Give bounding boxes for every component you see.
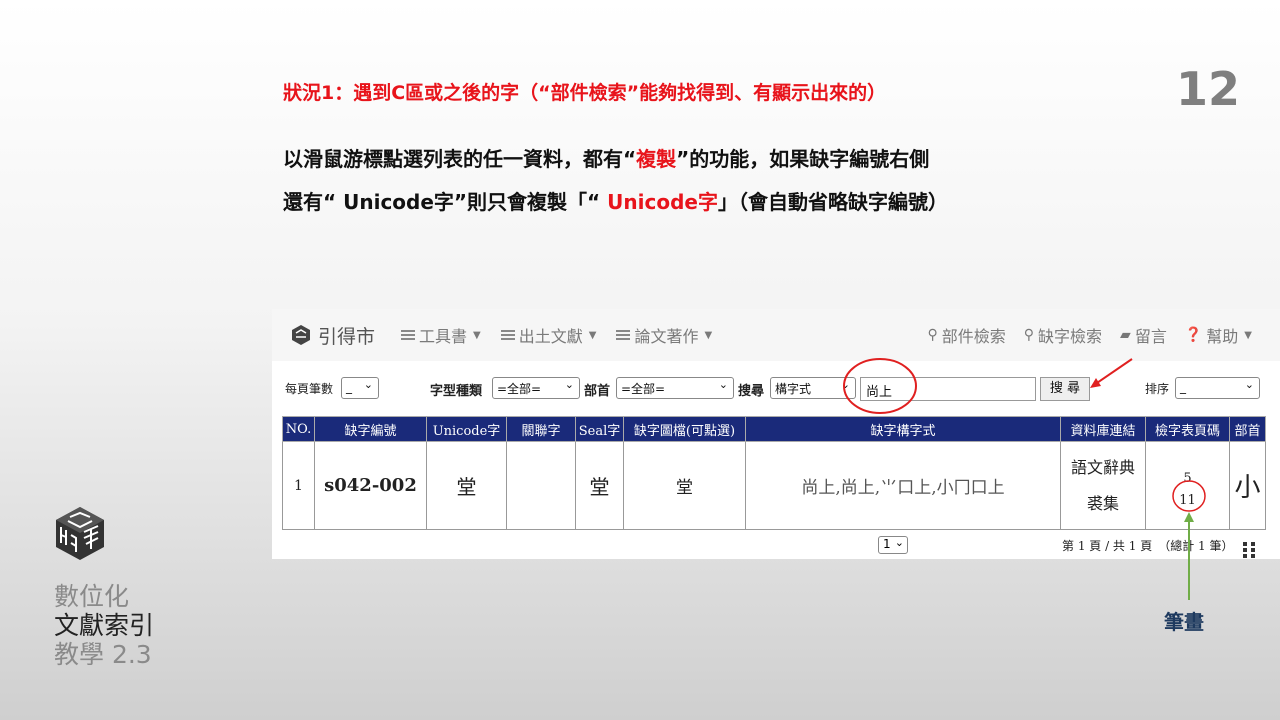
arrow-head bbox=[1184, 512, 1194, 522]
pointer-arrow bbox=[1093, 358, 1133, 386]
highlight-circle bbox=[843, 358, 917, 414]
highlight-circle bbox=[1172, 480, 1206, 512]
annotation-overlay bbox=[843, 358, 1206, 600]
arrow-head bbox=[1090, 378, 1101, 388]
annotation-label: 筆畫 bbox=[1164, 610, 1204, 634]
